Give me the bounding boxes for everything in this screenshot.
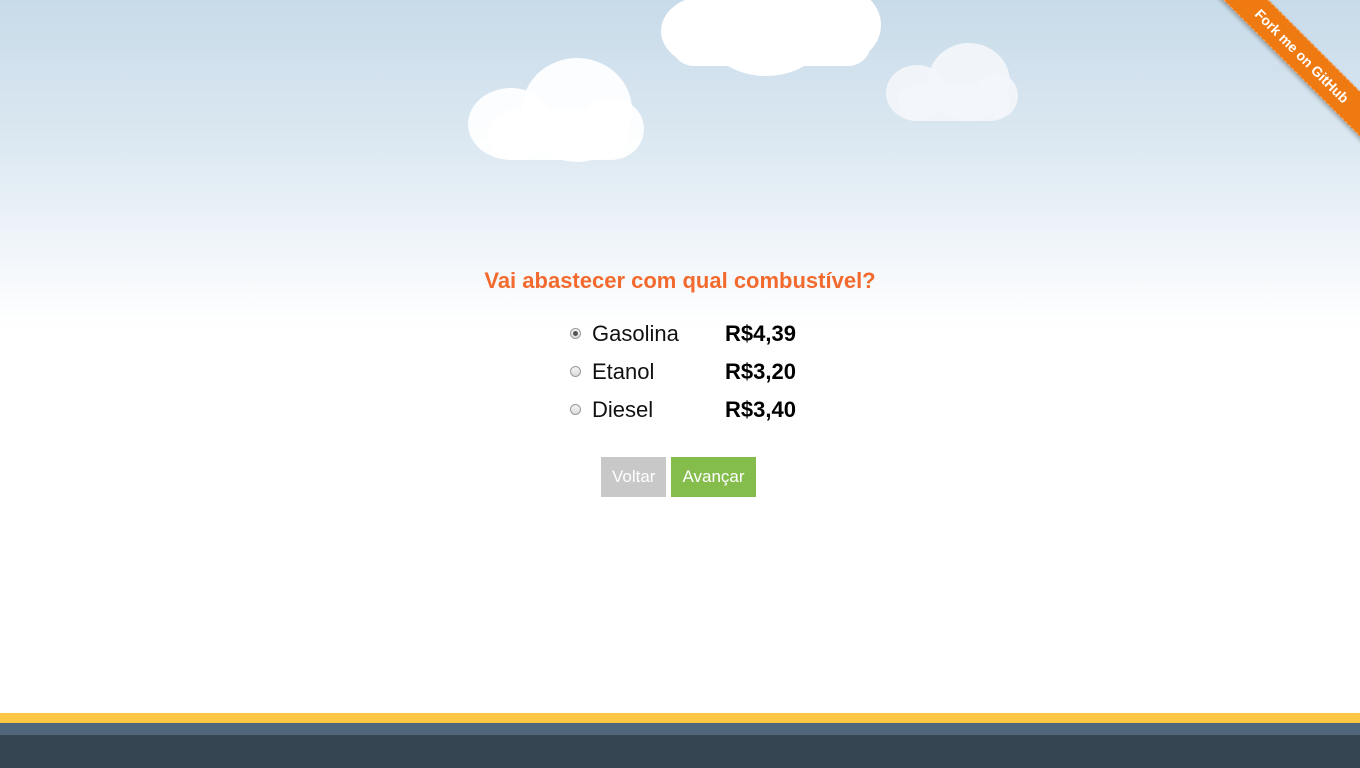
- footer-stripe-yellow: [0, 713, 1360, 723]
- footer-stripe-blue: [0, 723, 1360, 735]
- next-button[interactable]: Avançar: [671, 457, 756, 497]
- fuel-option-diesel[interactable]: Diesel R$3,40: [567, 392, 827, 430]
- fuel-name: Gasolina: [592, 321, 679, 346]
- fuel-option-etanol[interactable]: Etanol R$3,20: [567, 354, 827, 392]
- fork-on-github-link[interactable]: Fork me on GitHub: [1212, 0, 1360, 146]
- cloud-right: [886, 43, 1018, 127]
- fuel-price: R$3,20: [725, 359, 796, 384]
- radio-etanol[interactable]: [570, 366, 581, 377]
- footer-bar: [0, 735, 1360, 768]
- fuel-price: R$3,40: [725, 397, 796, 422]
- fork-ribbon[interactable]: Fork me on GitHub: [1210, 0, 1360, 150]
- cloud-left: [468, 58, 644, 168]
- radio-diesel[interactable]: [570, 404, 581, 415]
- question-title: Vai abastecer com qual combustível?: [484, 268, 876, 293]
- radio-gasolina[interactable]: [570, 328, 581, 339]
- fuel-name: Diesel: [592, 397, 654, 422]
- fuel-name: Etanol: [592, 359, 655, 384]
- fuel-price: R$4,39: [725, 321, 796, 346]
- fuel-option-gasolina[interactable]: Gasolina R$4,39: [567, 316, 827, 354]
- fuel-options: Gasolina R$4,39 Etanol R$3,20 Diesel R$3…: [567, 316, 827, 430]
- navigation-buttons: Voltar Avançar: [601, 457, 761, 497]
- cloud-top: [661, 0, 881, 78]
- back-button[interactable]: Voltar: [601, 457, 667, 497]
